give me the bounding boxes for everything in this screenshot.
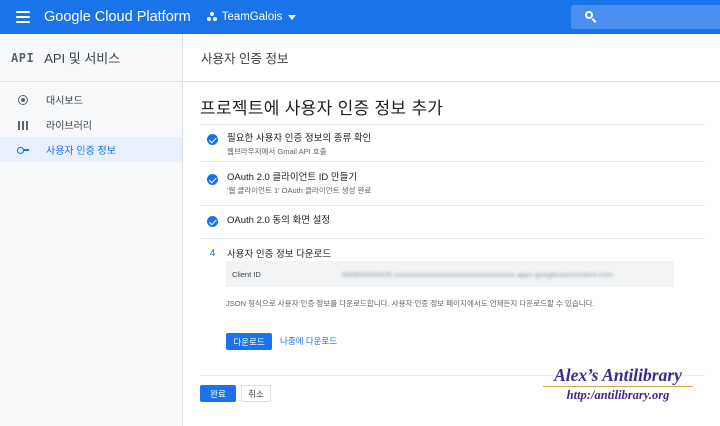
project-icon bbox=[206, 12, 217, 22]
brand-title[interactable]: Google Cloud Platform bbox=[44, 9, 191, 25]
json-download-note: JSON 형식으로 사용자 인증 정보를 다운로드합니다. 사용자 인증 정보 … bbox=[226, 299, 595, 308]
sidebar-header: API API 및 서비스 bbox=[0, 34, 182, 82]
done-button[interactable]: 완료 bbox=[200, 385, 236, 402]
sidebar-item-label: 사용자 인증 정보 bbox=[46, 146, 116, 157]
page-title: 프로젝트에 사용자 인증 정보 추가 bbox=[200, 99, 444, 118]
step-1[interactable]: 필요한 사용자 인증 정보의 종류 확인 웹브라우저에서 Gmail API 호… bbox=[200, 124, 705, 160]
watermark-title: Alex’s Antilibrary bbox=[554, 365, 682, 385]
project-name: TeamGalois bbox=[221, 11, 283, 23]
key-icon bbox=[17, 144, 29, 156]
top-app-bar: Google Cloud Platform TeamGalois bbox=[0, 0, 720, 34]
watermark: Alex’s Antilibrary http:/antilibrary.org bbox=[518, 364, 718, 404]
download-button[interactable]: 다운로드 bbox=[226, 333, 272, 350]
sidebar-item-credentials[interactable]: 사용자 인증 정보 bbox=[0, 137, 182, 162]
sidebar-item-library[interactable]: 라이브러리 bbox=[0, 112, 182, 137]
check-circle-icon bbox=[207, 174, 218, 185]
step-3[interactable]: OAuth 2.0 동의 화면 설정 bbox=[200, 205, 705, 237]
sidebar-item-label: 라이브러리 bbox=[46, 121, 92, 132]
step-number: 4 bbox=[209, 248, 216, 259]
search-icon bbox=[585, 11, 593, 19]
watermark-url: http:/antilibrary.org bbox=[566, 388, 670, 402]
check-circle-icon bbox=[207, 216, 218, 227]
step-title: OAuth 2.0 클라이언트 ID 만들기 bbox=[227, 172, 358, 183]
sidebar-title: API 및 서비스 bbox=[44, 51, 121, 66]
caret-down-icon bbox=[288, 14, 297, 20]
check-circle-icon bbox=[207, 134, 218, 145]
sidebar: API API 및 서비스 대시보드 라이브러리 사용자 인증 정보 bbox=[0, 34, 183, 426]
page-header: 사용자 인증 정보 bbox=[184, 34, 720, 82]
sidebar-item-dashboard[interactable]: 대시보드 bbox=[0, 87, 182, 112]
client-id-box: Client ID 660600000405-xxxxxxxxxxxxxxxxx… bbox=[226, 261, 674, 287]
sidebar-item-label: 대시보드 bbox=[46, 96, 83, 107]
cancel-button[interactable]: 취소 bbox=[241, 385, 271, 402]
step-subtitle: 웹브라우저에서 Gmail API 호출 bbox=[227, 147, 327, 156]
project-selector[interactable]: TeamGalois bbox=[206, 11, 297, 23]
download-later-link[interactable]: 나중에 다운로드 bbox=[280, 335, 337, 347]
menu-icon[interactable] bbox=[16, 11, 30, 23]
library-icon bbox=[17, 119, 29, 131]
step-subtitle: '웹 클라이언트 1' OAuth 클라이언트 생성 완료 bbox=[227, 186, 372, 195]
step-2[interactable]: OAuth 2.0 클라이언트 ID 만들기 '웹 클라이언트 1' OAuth… bbox=[200, 161, 705, 201]
step-title: OAuth 2.0 동의 화면 설정 bbox=[227, 215, 331, 226]
step-title: 사용자 인증 정보 다운로드 bbox=[227, 249, 332, 260]
search-box[interactable] bbox=[571, 5, 720, 29]
dashboard-icon bbox=[17, 94, 29, 106]
sidebar-nav: 대시보드 라이브러리 사용자 인증 정보 bbox=[0, 82, 182, 162]
client-id-value[interactable]: 660600000405-xxxxxxxxxxxxxxxxxxxxxxxxxxx… bbox=[342, 270, 613, 279]
client-id-label: Client ID bbox=[232, 269, 261, 279]
step-title: 필요한 사용자 인증 정보의 종류 확인 bbox=[227, 133, 372, 144]
api-logo: API bbox=[11, 50, 35, 65]
